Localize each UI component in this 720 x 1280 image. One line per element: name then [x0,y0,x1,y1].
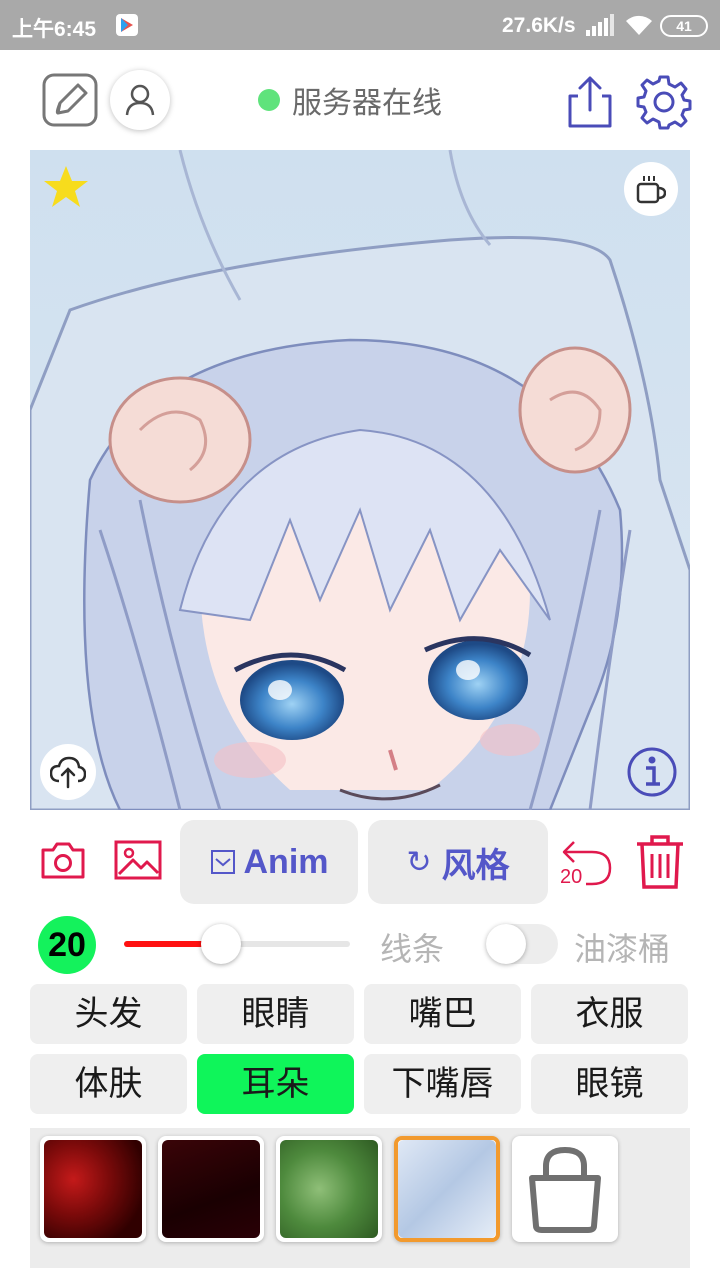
refresh-icon: ↻ [406,844,432,880]
texture-swatch [162,1140,260,1238]
toggle-thumb [486,924,526,964]
anim-label: Anim [243,842,329,881]
part-eyes-button[interactable]: 眼睛 [197,984,354,1044]
slider-thumb[interactable] [201,924,242,964]
signal-icon [586,14,614,42]
star-icon [44,166,88,207]
texture-swatch [280,1140,378,1238]
texture-swatch [44,1140,142,1238]
locked-texture[interactable] [512,1136,618,1242]
texture-swatch [398,1140,496,1238]
share-button[interactable] [566,74,614,132]
share-icon [568,76,612,128]
part-hair-button[interactable]: 头发 [30,984,187,1044]
battery-indicator: 41 [660,15,708,37]
wifi-icon [624,13,654,43]
cloud-upload-button[interactable] [40,744,96,800]
part-ears-button[interactable]: 耳朵 [197,1054,354,1114]
dark-red-texture[interactable] [158,1136,264,1242]
gallery-button[interactable] [114,840,162,884]
coffee-icon [636,176,666,204]
info-icon [627,747,677,797]
favorite-button[interactable] [42,164,90,214]
coffee-button[interactable] [624,162,678,216]
part-mouth-button[interactable]: 嘴巴 [364,984,521,1044]
trash-icon [637,835,683,889]
settings-button[interactable] [636,74,692,134]
part-clothes-button[interactable]: 衣服 [531,984,688,1044]
status-bar: 上午6:45 27.6K/s 41 [0,0,720,50]
top-toolbar: 服务器在线 [0,50,720,150]
paint-bucket-label[interactable]: 油漆桶 [574,924,670,970]
bucket-toggle[interactable] [486,924,558,964]
part-skin-button[interactable]: 体肤 [30,1054,187,1114]
server-status: 服务器在线 [258,82,442,121]
camera-icon [41,842,85,879]
delete-button[interactable] [634,834,686,894]
play-store-icon [116,14,138,36]
user-icon [125,84,155,116]
style-button[interactable]: ↻ 风格 [368,820,548,904]
green-vine-texture[interactable] [276,1136,382,1242]
undo-button[interactable]: 20 [558,836,618,892]
part-glasses-button[interactable]: 眼镜 [531,1054,688,1114]
settings-icon [636,75,692,130]
anime-portrait-image [30,150,690,810]
server-status-text: 服务器在线 [292,86,442,121]
server-online-dot [258,89,280,111]
lock-icon [529,1146,601,1233]
status-time: 上午6:45 [12,18,97,41]
brush-size-badge: 20 [38,916,96,974]
brush-controls: 20 线条 油漆桶 [0,912,720,976]
info-button[interactable] [626,746,678,802]
ice-blue-texture[interactable] [394,1136,500,1242]
anim-button[interactable]: Anim [180,820,358,904]
texture-strip [30,1128,690,1268]
cloud-upload-icon [50,756,86,789]
red-scale-texture[interactable] [40,1136,146,1242]
sketch-button[interactable] [42,73,98,127]
network-speed: 27.6K/s [502,14,576,37]
image-icon [114,840,162,880]
lines-label[interactable]: 线条 [380,924,444,970]
part-lower-lip-button[interactable]: 下嘴唇 [364,1054,521,1114]
checkbox-icon [210,850,235,874]
sketch-icon [42,73,98,127]
user-button[interactable] [110,70,170,130]
drawing-canvas[interactable] [30,150,690,810]
undo-count: 20 [560,866,583,888]
style-label: 风格 [441,845,510,886]
camera-button[interactable] [40,840,86,884]
action-row: Anim ↻ 风格 20 [0,818,720,908]
